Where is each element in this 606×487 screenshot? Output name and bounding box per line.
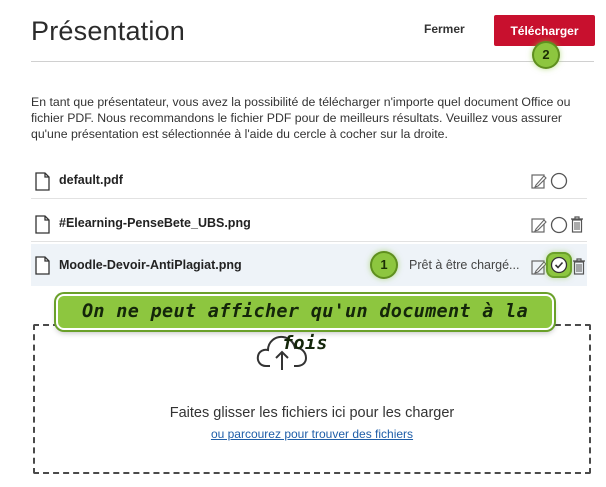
radio-icon[interactable] (550, 172, 568, 190)
radio-selected[interactable] (548, 254, 570, 276)
file-icon (35, 172, 50, 191)
callout-badge-2: 2 (534, 43, 558, 67)
annotation-banner: On ne peut afficher qu'un document à la … (56, 294, 554, 354)
modal-header: Présentation Fermer Télécharger (31, 0, 595, 62)
intro-text: En tant que présentateur, vous avez la p… (31, 95, 571, 141)
close-button[interactable]: Fermer (424, 22, 465, 36)
file-row: #Elearning-PenseBete_UBS.png (31, 204, 587, 242)
page-title: Présentation (31, 16, 185, 46)
callout-badge-1: 1 (372, 253, 396, 277)
trash-icon[interactable] (570, 216, 584, 233)
browse-files-link[interactable]: ou parcourez pour trouver des fichiers (211, 427, 413, 441)
file-icon (35, 215, 50, 234)
browse-link-wrap: ou parcourez pour trouver des fichiers (33, 427, 591, 441)
dropzone-text: Faites glisser les fichiers ici pour les… (169, 405, 455, 421)
file-row: default.pdf (31, 161, 587, 199)
file-name: #Elearning-PenseBete_UBS.png (59, 216, 251, 230)
trash-icon[interactable] (572, 258, 586, 275)
edit-icon[interactable] (531, 259, 547, 275)
file-name: default.pdf (59, 173, 123, 187)
edit-icon[interactable] (531, 173, 547, 189)
annotation-text: On ne peut afficher qu'un document à la … (81, 301, 529, 354)
file-row-selected: Moodle-Devoir-AntiPlagiat.png Prêt à êtr… (31, 244, 587, 286)
upload-status: Prêt à être chargé... (409, 258, 520, 272)
upload-button[interactable]: Télécharger (494, 15, 595, 46)
edit-icon[interactable] (531, 217, 547, 233)
check-icon (550, 256, 568, 274)
file-name: Moodle-Devoir-AntiPlagiat.png (59, 258, 242, 272)
file-icon (35, 256, 50, 275)
radio-icon[interactable] (550, 216, 568, 234)
